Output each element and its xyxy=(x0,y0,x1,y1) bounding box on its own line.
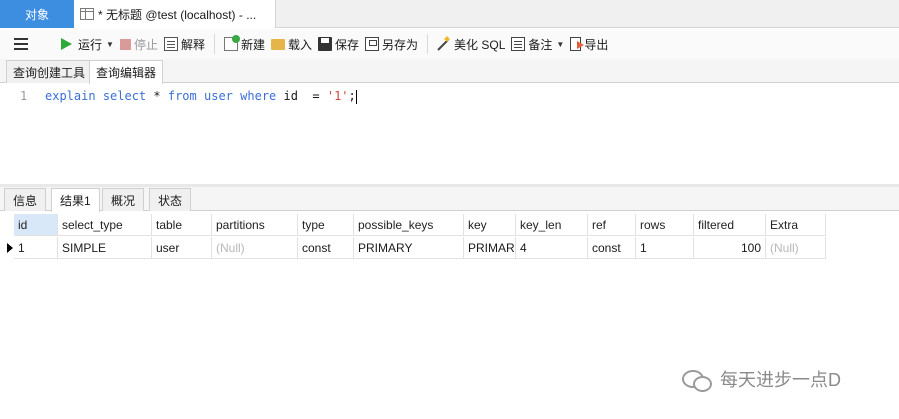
table-cell[interactable]: (Null) xyxy=(766,237,826,259)
save-as-button[interactable]: 另存为 xyxy=(362,32,421,56)
watermark-text: 每天进步一点D xyxy=(720,370,841,390)
note-button[interactable]: 备注 ▼ xyxy=(508,32,567,56)
hamburger-menu-icon[interactable] xyxy=(14,38,28,50)
stop-icon xyxy=(119,38,131,50)
chevron-down-icon[interactable]: ▼ xyxy=(556,40,564,49)
table-name: user xyxy=(204,89,233,103)
table-cell[interactable]: const xyxy=(588,237,636,259)
watermark: 每天进步一点D xyxy=(682,366,841,392)
save-as-icon xyxy=(365,37,380,51)
run-button[interactable]: 运行 ▼ xyxy=(58,32,117,56)
keyword-select: select xyxy=(102,89,147,103)
toolbar-divider xyxy=(427,34,429,54)
text-cursor xyxy=(355,89,357,104)
column-header[interactable]: key_len xyxy=(516,214,588,236)
save-button[interactable]: 保存 xyxy=(315,32,362,56)
new-file-icon xyxy=(223,35,240,51)
toolbar-divider xyxy=(213,34,215,54)
column-header[interactable]: Extra xyxy=(766,214,826,236)
export-button[interactable]: 导出 xyxy=(567,32,611,56)
column-header[interactable]: type xyxy=(298,214,354,236)
column-header[interactable]: possible_keys xyxy=(354,214,464,236)
table-cell[interactable]: const xyxy=(298,237,354,259)
table-cell[interactable]: PRIMARY xyxy=(464,237,516,259)
stop-button[interactable]: 停止 xyxy=(117,32,161,56)
explain-icon xyxy=(163,37,178,51)
sql-editor[interactable]: 1 explain select * from user where id = … xyxy=(0,84,899,184)
table-cell[interactable]: 100 xyxy=(694,237,766,259)
table-cell[interactable]: user xyxy=(152,237,212,259)
beautify-sql-button[interactable]: 美化 SQL xyxy=(434,32,508,56)
save-as-label: 另存为 xyxy=(382,37,419,52)
explain-button[interactable]: 解释 xyxy=(161,32,208,56)
tab-info[interactable]: 信息 xyxy=(4,188,47,211)
magic-wand-icon xyxy=(437,37,451,51)
tab-query-editor[interactable]: 查询编辑器 xyxy=(89,60,164,84)
note-label: 备注 xyxy=(528,37,553,52)
keyword-where: where xyxy=(240,89,277,103)
wechat-icon xyxy=(682,368,712,392)
save-icon xyxy=(318,37,332,51)
select-star: * xyxy=(146,89,168,103)
semicolon: ; xyxy=(348,89,356,103)
play-icon xyxy=(61,38,72,50)
table-cell[interactable]: SIMPLE xyxy=(58,237,152,259)
stop-label: 停止 xyxy=(133,37,158,52)
column-header[interactable]: partitions xyxy=(212,214,298,236)
editor-mode-tabs: 查询创建工具 查询编辑器 xyxy=(0,59,899,84)
column-header[interactable]: id xyxy=(14,214,58,236)
folder-icon xyxy=(270,38,285,50)
chevron-down-icon[interactable]: ▼ xyxy=(106,40,114,49)
where-condition: id = xyxy=(276,89,327,103)
tab-query-builder[interactable]: 查询创建工具 xyxy=(6,60,93,83)
table-cell[interactable]: (Null) xyxy=(212,237,298,259)
column-header[interactable]: table xyxy=(152,214,212,236)
load-label: 载入 xyxy=(287,37,312,52)
sql-code-line[interactable]: explain select * from user where id = '1… xyxy=(45,89,357,104)
tab-profile[interactable]: 概况 xyxy=(102,188,145,211)
tab-result-1[interactable]: 结果1 xyxy=(51,188,100,212)
line-number: 1 xyxy=(20,89,28,103)
column-header[interactable]: select_type xyxy=(58,214,152,236)
table-cell[interactable]: 4 xyxy=(516,237,588,259)
tab-status[interactable]: 状态 xyxy=(149,188,192,211)
result-tabs: 信息 结果1 概况 状态 xyxy=(0,187,899,212)
tab-objects[interactable]: 对象 xyxy=(0,0,74,28)
line-gutter: 1 xyxy=(0,84,38,184)
keyword-from: from xyxy=(167,89,197,103)
export-label: 导出 xyxy=(584,37,609,52)
note-icon xyxy=(511,37,526,51)
tab-untitled-query[interactable]: * 无标题 @test (localhost) - ... xyxy=(74,0,276,28)
export-icon xyxy=(570,37,585,51)
table-cell[interactable]: 1 xyxy=(636,237,694,259)
tab-untitled-query-label: * 无标题 @test (localhost) - ... xyxy=(98,7,257,22)
beautify-sql-label: 美化 SQL xyxy=(454,37,506,52)
load-button[interactable]: 载入 xyxy=(268,32,315,56)
column-header[interactable]: key xyxy=(464,214,516,236)
query-toolbar: 运行 ▼ 停止 解释 新建 载入 保存 另存为 美化 SQL 备注 ▼ 导出 xyxy=(0,29,899,59)
new-label: 新建 xyxy=(240,37,265,52)
column-header[interactable]: filtered xyxy=(694,214,766,236)
column-header[interactable]: rows xyxy=(636,214,694,236)
current-row-arrow-icon xyxy=(7,243,13,253)
table-cell[interactable]: PRIMARY xyxy=(354,237,464,259)
keyword-explain: explain xyxy=(45,89,96,103)
new-button[interactable]: 新建 xyxy=(221,32,268,56)
run-label: 运行 xyxy=(78,37,103,52)
string-literal: '1' xyxy=(326,89,349,103)
column-header[interactable]: ref xyxy=(588,214,636,236)
explain-label: 解释 xyxy=(180,37,205,52)
document-tab-bar: 对象 * 无标题 @test (localhost) - ... xyxy=(0,0,899,28)
save-label: 保存 xyxy=(335,37,360,52)
table-cell[interactable]: 1 xyxy=(14,237,58,259)
table-icon xyxy=(80,8,94,20)
